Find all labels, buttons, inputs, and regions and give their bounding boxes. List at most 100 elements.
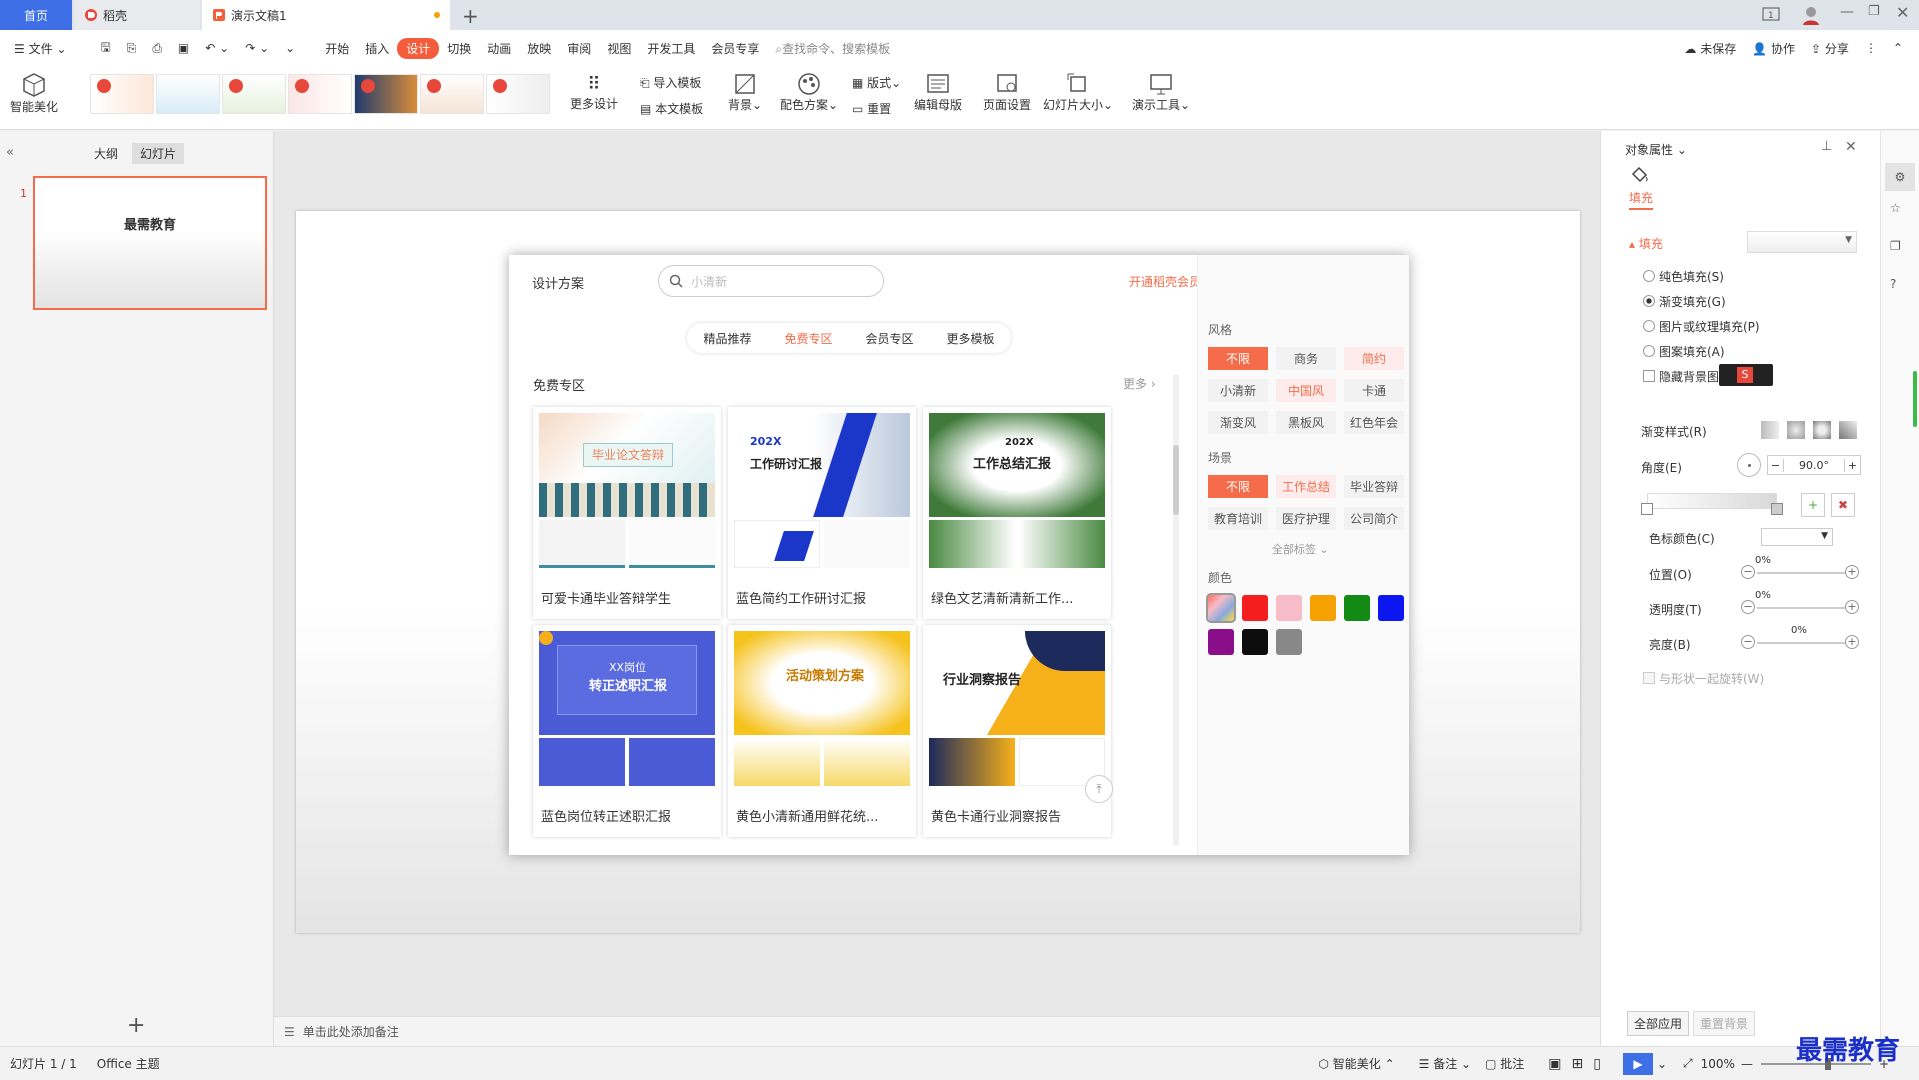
menu-member[interactable]: 会员专享 [703, 40, 767, 57]
reset-button[interactable]: ▭ 重置 [852, 100, 891, 117]
panel-scroll-indicator[interactable] [1913, 371, 1917, 427]
more-icon[interactable]: ⋮ [1857, 41, 1885, 55]
maximize-button[interactable]: ❐ [1868, 4, 1880, 19]
template-thumb[interactable] [90, 74, 154, 114]
copy-icon[interactable]: ❐ [1890, 239, 1901, 253]
stop-color-dropdown[interactable]: ▼ [1761, 528, 1833, 546]
style-tag[interactable]: 红色年会 [1344, 411, 1404, 434]
menu-view[interactable]: 视图 [599, 40, 639, 57]
cards-scrollbar[interactable] [1173, 375, 1179, 845]
menu-review[interactable]: 审阅 [559, 40, 599, 57]
style-tag[interactable]: 不限 [1208, 347, 1268, 370]
style-tag[interactable]: 小清新 [1208, 379, 1268, 402]
menu-insert[interactable]: 插入 [357, 40, 397, 57]
scene-tag[interactable]: 毕业答辩 [1344, 475, 1404, 498]
more-design-button[interactable]: ⠿ 更多设计 [570, 74, 618, 112]
notes-toggle[interactable]: ☰ 备注 ⌄ [1419, 1055, 1471, 1072]
transparency-slider[interactable] [1757, 607, 1845, 609]
more-quick-icon[interactable]: ⌄ [277, 41, 303, 55]
notes-bar[interactable]: ☰ 单击此处添加备注 [274, 1016, 1600, 1046]
solid-fill-radio[interactable] [1643, 270, 1655, 282]
this-template-button[interactable]: ▤ 本文模板 [640, 100, 703, 117]
style-tag[interactable]: 简约 [1344, 347, 1404, 370]
import-template-button[interactable]: ⎗ 导入模板 [640, 74, 701, 91]
scene-tag[interactable]: 教育培训 [1208, 507, 1268, 530]
template-thumb[interactable] [354, 74, 418, 114]
layout-button[interactable]: ▦ 版式⌄ [852, 74, 901, 91]
tab-document[interactable]: 演示文稿1 [202, 0, 450, 30]
scene-tag[interactable]: 工作总结 [1276, 475, 1336, 498]
gradient-bar[interactable] [1647, 493, 1777, 509]
pin-icon[interactable]: ⊥ [1821, 139, 1832, 154]
angle-decrement[interactable]: − [1768, 458, 1784, 472]
style-tag[interactable]: 黑板风 [1276, 411, 1336, 434]
close-window-button[interactable]: ✕ [1896, 3, 1909, 22]
reset-bg-button[interactable]: 重置背景 [1693, 1011, 1756, 1036]
sorter-view-icon[interactable]: ⊞ [1572, 1056, 1584, 1072]
print-icon[interactable]: ⎙ [144, 41, 170, 56]
gradient-radial-button[interactable] [1787, 421, 1805, 439]
scene-tag[interactable]: 医疗护理 [1276, 507, 1336, 530]
color-scheme-button[interactable]: 配色方案⌄ [780, 72, 838, 113]
dialog-search-input[interactable]: 小清新 [658, 265, 884, 297]
color-swatch[interactable] [1276, 595, 1302, 621]
fit-icon[interactable]: ⤢ [1683, 1056, 1693, 1071]
tab-more-templates[interactable]: 更多模板 [946, 330, 994, 347]
normal-view-icon[interactable]: ▣ [1548, 1056, 1561, 1072]
gradient-path-button[interactable] [1839, 421, 1857, 439]
tab-home[interactable]: 首页 [0, 0, 72, 30]
zoom-out-button[interactable]: — [1741, 1057, 1753, 1071]
tab-daoke[interactable]: 稻壳 [74, 0, 200, 30]
file-menu[interactable]: ☰ 文件 ⌄ [6, 40, 74, 57]
tab-featured[interactable]: 精品推荐 [703, 330, 751, 347]
template-card[interactable]: 毕业论文答辩 可爱卡通毕业答辩学生 [533, 407, 721, 619]
preview-icon[interactable]: ▣ [170, 41, 197, 55]
fill-preview-dropdown[interactable]: ▼ [1747, 231, 1857, 253]
add-stop-button[interactable]: + [1801, 493, 1825, 517]
format-painter-icon[interactable]: ⎘ [119, 41, 145, 56]
panel-close-button[interactable]: ✕ [1845, 139, 1857, 155]
comment-toggle[interactable]: ▢ 批注 [1485, 1055, 1524, 1072]
slide-thumbnail[interactable]: 最需教育 [33, 176, 267, 310]
minimize-button[interactable]: — [1840, 4, 1854, 20]
redo-icon[interactable]: ↷ ⌄ [237, 41, 277, 55]
brightness-slider[interactable] [1757, 642, 1845, 644]
star-icon[interactable]: ☆ [1890, 201, 1901, 215]
template-card[interactable]: 202X 工作研讨汇报 蓝色简约工作研讨汇报 [728, 407, 916, 619]
color-swatch[interactable] [1242, 595, 1268, 621]
transparency-increment[interactable]: + [1845, 600, 1859, 614]
scene-tag[interactable]: 公司简介 [1344, 507, 1404, 530]
color-swatch[interactable] [1208, 629, 1234, 655]
gradient-linear-button[interactable] [1761, 421, 1779, 439]
color-swatch-multicolor[interactable] [1206, 593, 1236, 623]
gradient-rect-button[interactable] [1813, 421, 1831, 439]
style-tag[interactable]: 商务 [1276, 347, 1336, 370]
command-search[interactable]: ⌕查找命令、搜索模板 [767, 40, 898, 57]
menu-developer[interactable]: 开发工具 [639, 40, 703, 57]
tab-slides[interactable]: 幻灯片 [132, 143, 185, 164]
template-thumb[interactable] [486, 74, 550, 114]
menu-transition[interactable]: 切换 [439, 40, 479, 57]
smart-beautify-status[interactable]: ⬡ 智能美化 ⌃ [1318, 1055, 1394, 1072]
style-tag[interactable]: 卡通 [1344, 379, 1404, 402]
template-card[interactable]: XX岗位 转正述职汇报 蓝色岗位转正述职汇报 [533, 625, 721, 837]
angle-input[interactable]: − 90.0° + [1767, 455, 1861, 475]
brightness-increment[interactable]: + [1845, 635, 1859, 649]
template-thumb[interactable] [156, 74, 220, 114]
back-to-top-button[interactable]: ⤒ [1085, 775, 1113, 803]
template-card[interactable]: 202X 工作总结汇报 绿色文艺清新清新工作... [923, 407, 1111, 619]
tab-free[interactable]: 免费专区 [784, 330, 832, 347]
play-options-icon[interactable]: ⌄ [1657, 1057, 1667, 1071]
brightness-decrement[interactable]: − [1741, 635, 1755, 649]
new-tab-button[interactable]: + [462, 4, 479, 28]
angle-increment[interactable]: + [1844, 458, 1860, 472]
scene-tag[interactable]: 不限 [1208, 475, 1268, 498]
angle-dial[interactable] [1737, 453, 1761, 477]
remove-stop-button[interactable]: ✖ [1831, 493, 1855, 517]
help-icon[interactable]: ? [1890, 277, 1896, 291]
style-tag[interactable]: 中国风 [1276, 379, 1336, 402]
position-decrement[interactable]: − [1741, 565, 1755, 579]
collapse-pane-icon[interactable]: « [6, 145, 14, 160]
fill-tab[interactable]: 填充 [1629, 189, 1654, 210]
tab-member[interactable]: 会员专区 [865, 330, 913, 347]
